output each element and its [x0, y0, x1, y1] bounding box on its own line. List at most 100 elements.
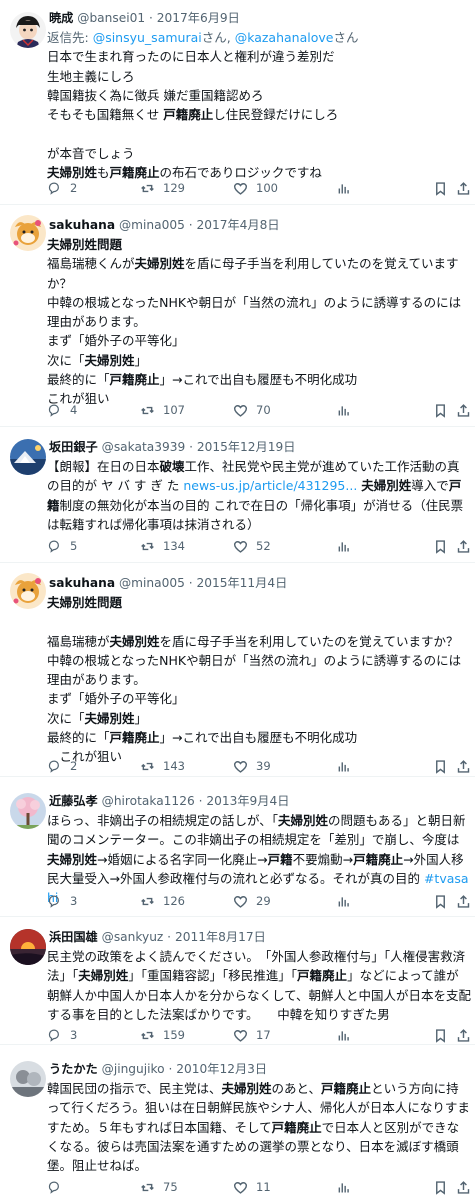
- views-button[interactable]: [336, 401, 351, 419]
- retweet-button[interactable]: 159: [140, 1026, 185, 1044]
- tweet-text: 韓国民団の指示で、民主党は、夫婦別姓のあと、戸籍廃止という方向に持って行くだろう…: [47, 1079, 471, 1175]
- timestamp[interactable]: 2017年6月9日: [157, 11, 240, 25]
- share-button[interactable]: [456, 1026, 471, 1044]
- reply-button[interactable]: [47, 1178, 70, 1196]
- reply-icon: [48, 540, 59, 553]
- share-button[interactable]: [456, 1178, 471, 1196]
- reply-button[interactable]: 3: [47, 892, 77, 910]
- avatar[interactable]: [10, 215, 46, 251]
- tweet[interactable]: 坂田銀子 @sakata3939 · 2015年12月19日 【朗報】在日の日本…: [0, 427, 475, 563]
- avatar[interactable]: [10, 573, 46, 609]
- like-button[interactable]: 17: [233, 1026, 271, 1044]
- bookmark-button[interactable]: [433, 401, 448, 419]
- handle[interactable]: @hirotaka1126: [102, 794, 195, 808]
- like-button[interactable]: 29: [233, 892, 271, 910]
- handle[interactable]: @sakata3939: [102, 440, 186, 454]
- reply-button[interactable]: 5: [47, 537, 77, 555]
- avatar[interactable]: [10, 12, 46, 48]
- tweet[interactable]: 浜田国雄 @sankyuz · 2011年8月17日 民主党の政策をよく読んでく…: [0, 917, 475, 1045]
- display-name[interactable]: 近藤弘孝: [49, 794, 98, 808]
- reply-context: 返信先: @sinsyu_samuraiさん, @kazahanaloveさん: [47, 28, 471, 47]
- reply-button[interactable]: 2: [47, 179, 77, 197]
- text-line: 夫婦別姓問題: [47, 595, 123, 610]
- display-name[interactable]: 坂田銀子: [49, 440, 98, 454]
- keyword-highlight: 夫婦別姓: [78, 968, 129, 984]
- article-link[interactable]: news-us.jp/article/431295...: [183, 478, 357, 493]
- timestamp[interactable]: 2015年11月4日: [196, 576, 287, 590]
- retweet-icon: [141, 406, 154, 414]
- tweet[interactable]: sakuhana @mina005 · 2015年11月4日 夫婦別姓問題 福島…: [0, 563, 475, 777]
- timestamp[interactable]: 2011年8月17日: [175, 930, 266, 944]
- avatar[interactable]: [10, 929, 46, 965]
- retweet-icon: [141, 897, 154, 905]
- tweet-body: 民主党の政策をよく読んでください。 「外国人参政権付与」「人権侵害救済法」「夫婦…: [47, 949, 472, 1022]
- retweet-button[interactable]: 126: [140, 892, 185, 910]
- timestamp[interactable]: 2013年9月4日: [206, 794, 289, 808]
- tweet[interactable]: 暁成 @bansei01 · 2017年6月9日 返信先: @sinsyu_sa…: [0, 0, 475, 205]
- views-button[interactable]: [336, 892, 351, 910]
- views-button[interactable]: [336, 1178, 351, 1196]
- share-button[interactable]: [456, 179, 471, 197]
- like-icon: [233, 1029, 248, 1042]
- share-button[interactable]: [456, 537, 471, 555]
- reply-button[interactable]: 4: [47, 401, 77, 419]
- avatar[interactable]: [10, 1061, 46, 1097]
- reply-icon: [48, 895, 59, 908]
- retweet-button[interactable]: 107: [140, 401, 185, 419]
- timestamp[interactable]: 2015年12月19日: [197, 440, 296, 454]
- tweet-body: 【朗報】在日の日本破壊工作、社民党や民主党が進めていた工作活動の真の目的が ヤ …: [47, 459, 464, 532]
- tweet[interactable]: 近藤弘孝 @hirotaka1126 · 2013年9月4日 ほらっ、非嫡出子の…: [0, 777, 475, 917]
- tweet[interactable]: sakuhana @mina005 · 2017年4月8日 夫婦別姓問題 福島瑞…: [0, 205, 475, 427]
- bookmark-button[interactable]: [433, 179, 448, 197]
- like-icon: [233, 895, 248, 908]
- bookmark-button[interactable]: [433, 1026, 448, 1044]
- share-button[interactable]: [456, 757, 471, 775]
- avatar[interactable]: [10, 793, 46, 829]
- views-button[interactable]: [336, 757, 351, 775]
- timestamp[interactable]: 2017年4月8日: [196, 218, 279, 232]
- display-name[interactable]: sakuhana: [49, 576, 115, 590]
- display-name[interactable]: 暁成: [49, 11, 73, 25]
- handle[interactable]: @mina005: [119, 218, 185, 232]
- like-button[interactable]: 11: [233, 1178, 271, 1196]
- like-button[interactable]: 39: [233, 757, 271, 775]
- like-button[interactable]: 70: [233, 401, 271, 419]
- bookmark-button[interactable]: [433, 757, 448, 775]
- display-name[interactable]: sakuhana: [49, 218, 115, 232]
- handle[interactable]: @mina005: [119, 576, 185, 590]
- share-icon: [457, 1180, 470, 1194]
- mention-link[interactable]: @sinsyu_samurai: [93, 30, 202, 45]
- handle[interactable]: @bansei01: [77, 11, 145, 25]
- keyword-highlight: 戸籍廃止: [109, 165, 160, 181]
- mention-link[interactable]: @kazahanalove: [235, 30, 334, 45]
- retweet-button[interactable]: 143: [140, 757, 185, 775]
- display-name[interactable]: うたかた: [49, 1062, 98, 1076]
- views-button[interactable]: [336, 1026, 351, 1044]
- retweet-button[interactable]: 134: [140, 537, 185, 555]
- handle[interactable]: @jingujiko: [102, 1062, 165, 1076]
- retweet-button[interactable]: 129: [140, 179, 185, 197]
- share-button[interactable]: [456, 892, 471, 910]
- views-button[interactable]: [336, 537, 351, 555]
- like-button[interactable]: 52: [233, 537, 271, 555]
- share-icon: [457, 894, 470, 908]
- reply-button[interactable]: 3: [47, 1026, 77, 1044]
- reply-count: 2: [70, 181, 78, 195]
- share-button[interactable]: [456, 401, 471, 419]
- action-bar: 5 134 52: [47, 537, 472, 555]
- text-line: 中韓の根城となったNHKや朝日が「当然の流れ」のように誘導するのには理由がありま…: [47, 294, 462, 330]
- bookmark-button[interactable]: [433, 892, 448, 910]
- views-button[interactable]: [336, 179, 351, 197]
- retweet-button[interactable]: 75: [140, 1178, 178, 1196]
- handle[interactable]: @sankyuz: [102, 930, 164, 944]
- timestamp[interactable]: 2010年12月3日: [176, 1062, 267, 1076]
- bookmark-button[interactable]: [433, 1178, 448, 1196]
- like-button[interactable]: 100: [233, 179, 278, 197]
- reply-button[interactable]: 2: [47, 757, 77, 775]
- avatar[interactable]: [10, 439, 46, 475]
- retweet-count: 143: [163, 759, 185, 773]
- tweet[interactable]: うたかた @jingujiko · 2010年12月3日 韓国民団の指示で、民主…: [0, 1045, 475, 1200]
- reply-icon: [48, 182, 59, 195]
- display-name[interactable]: 浜田国雄: [49, 930, 98, 944]
- bookmark-button[interactable]: [433, 537, 448, 555]
